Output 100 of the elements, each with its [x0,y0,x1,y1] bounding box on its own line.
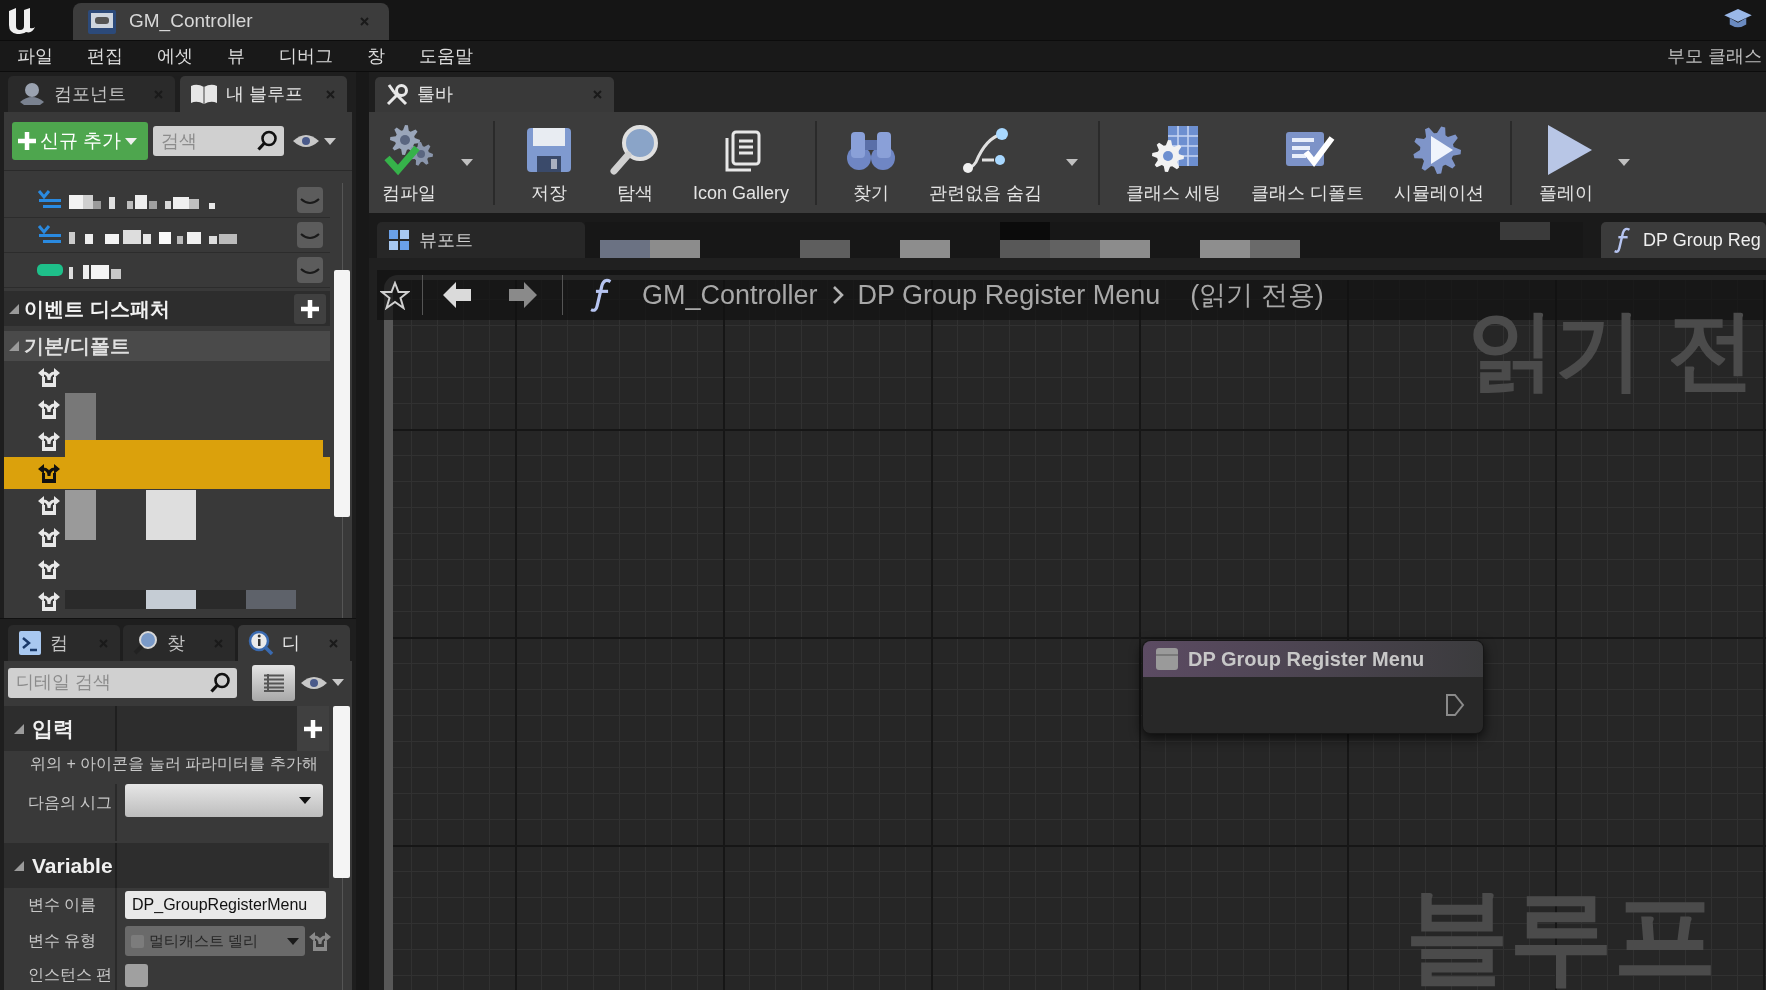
section-title: Variable [32,852,113,879]
view-options-button[interactable] [293,134,336,148]
expanded-triangle-icon[interactable] [14,723,24,734]
redaction-block [246,590,296,609]
toolbar-button[interactable]: 컴파일 [369,116,449,209]
toolbar-button[interactable]: 탐색 [595,116,675,209]
redaction-block [650,240,700,258]
chevron-icon [831,285,844,305]
caret-icon [125,137,138,145]
split-arrows-icon [37,526,61,548]
toolbar-button[interactable]: 찾기 [831,116,912,209]
pill-icon [37,264,63,276]
split-arrows-icon [37,430,61,452]
add-button[interactable] [297,706,329,751]
redaction-block [1050,240,1100,258]
panel-tab[interactable]: 컴포넌트 [8,76,175,112]
redaction-block [1000,240,1050,258]
caret-icon [299,797,311,804]
closed-eye-icon[interactable] [297,187,323,213]
expanded-triangle-icon[interactable] [9,303,19,314]
menu-item[interactable]: 창 [350,41,402,71]
graph-tab[interactable]: 뷰포트 [377,222,585,258]
panel-tab[interactable]: 컴 [8,625,120,661]
caret-icon [461,159,473,166]
eye-icon [301,675,327,690]
dropdown-field[interactable] [125,784,323,817]
split-arrows-icon [308,930,332,952]
toolbar-button[interactable]: 시뮬레이션 [1382,116,1497,209]
back-arrow-icon[interactable] [443,282,471,308]
forward-arrow-icon[interactable] [509,282,537,308]
plus-icon [304,719,322,738]
panel-tab[interactable]: 내 블루프 [180,76,347,112]
hint-text: 위의 + 아이콘을 눌러 파라미터를 추가해 [29,754,319,774]
document-tab[interactable]: GM_Controller [73,3,389,40]
expanded-triangle-icon[interactable] [14,860,24,871]
expanded-triangle-icon[interactable] [9,341,19,351]
graduation-cap-icon[interactable] [1724,8,1752,30]
toolbar-button[interactable]: 클래스 디폴트 [1239,116,1377,209]
panel-tab[interactable]: 디 [238,625,350,661]
search-field[interactable]: 검색 [153,126,284,156]
scrollbar-thumb[interactable] [334,270,350,517]
menu-item[interactable]: 디버그 [262,41,350,71]
panel-tab[interactable]: 찾 [123,625,235,661]
list-view-button[interactable] [252,664,295,701]
menu-item[interactable]: 도움말 [402,41,490,71]
property-label: 변수 유형 [28,931,97,951]
node-title: DP Group Register Menu [1188,647,1425,672]
terminal-icon [18,630,42,656]
category-title: 기본/디폴트 [24,334,130,359]
split-arrows-icon [37,398,61,420]
property-label: 인스턴스 편 [28,965,113,985]
graph-node[interactable]: DP Group Register Menu [1142,640,1484,734]
split-arrows-icon [37,494,61,516]
graph-tab[interactable]: DP Group Reg [1601,222,1766,258]
section-title: 입력 [32,715,74,742]
scrollbar-thumb[interactable] [333,706,350,878]
toolbar-button[interactable]: 관련없음 숨김 [917,116,1055,209]
property-label: 변수 이름 [28,895,97,915]
property-label: 다음의 시그 [28,793,113,813]
tools-icon [385,82,409,107]
caret-icon [1618,159,1631,166]
toolbar-button[interactable]: Icon Gallery [681,116,802,209]
info-magnifier-icon [248,630,274,656]
redaction-block [1100,240,1150,258]
grid-lines-icon [263,673,284,692]
section-title: 이벤트 디스패처 [24,296,170,322]
caret-icon [287,937,299,945]
toolbar-button[interactable]: 클래스 세팅 [1114,116,1234,209]
menu-item[interactable]: 파일 [0,41,70,71]
exec-pin-icon[interactable] [1445,693,1465,717]
view-options-button[interactable] [301,675,344,690]
parent-class-label: 부모 클래스 [1667,44,1762,68]
logo-icon[interactable] [6,5,36,35]
breadcrumb-item[interactable]: DP Group Register Menu [857,274,1161,316]
search-field[interactable]: 디테일 검색 [8,667,237,698]
closed-eye-icon[interactable] [297,222,323,248]
redaction-block [800,240,850,258]
text-field[interactable]: DP_GroupRegisterMenu [125,891,326,919]
plus-icon [18,132,36,150]
redaction-block [196,590,246,609]
menu-item[interactable]: 편집 [70,41,140,71]
star-icon[interactable] [380,280,410,310]
split-arrows-icon [37,558,61,580]
caret-icon [1066,159,1079,166]
square-icon [1155,647,1179,671]
redaction-block [1250,240,1300,258]
caret-icon [332,679,344,686]
toolbar-button[interactable]: 저장 [509,116,589,209]
menu-item[interactable]: 뷰 [210,41,262,71]
panel-tab[interactable]: 툴바 [375,77,614,112]
redaction-block [600,240,650,258]
plus-icon [301,299,319,318]
add-button[interactable] [294,293,326,324]
caret-icon [324,137,336,145]
closed-eye-icon[interactable] [297,257,323,283]
toolbar-button[interactable]: 플레이 [1526,116,1607,209]
checkbox[interactable] [125,963,148,987]
breadcrumb-item[interactable]: GM_Controller [642,274,818,316]
menu-item[interactable]: 에셋 [140,41,210,71]
book-icon [190,83,218,105]
